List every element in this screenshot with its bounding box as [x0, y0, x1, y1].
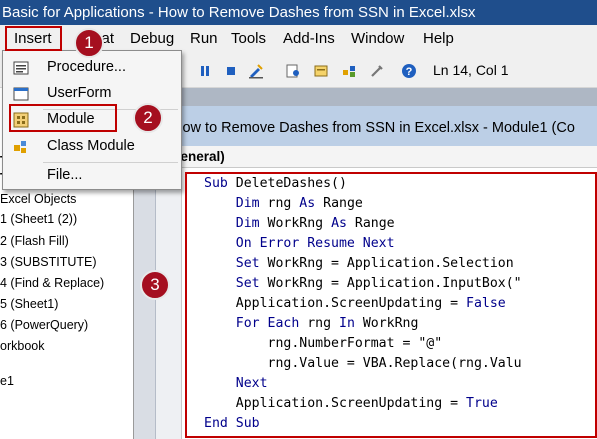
stop-icon[interactable]: [223, 63, 239, 79]
object-browser-icon[interactable]: [341, 63, 357, 79]
step-badge-3: 3: [140, 270, 170, 300]
menu-addins[interactable]: Add-Ins: [283, 29, 335, 49]
menu-run[interactable]: Run: [190, 29, 218, 49]
project-tree-item[interactable]: 1 (Sheet1 (2)): [0, 212, 77, 226]
toolbox-icon[interactable]: [369, 63, 385, 79]
project-tree-item[interactable]: 3 (SUBSTITUTE): [0, 255, 97, 269]
highlight-code-block: [185, 172, 597, 438]
highlight-insert-menu: [5, 26, 62, 51]
pause-icon[interactable]: [197, 63, 213, 79]
menu-tools[interactable]: Tools: [231, 29, 266, 49]
object-combo[interactable]: General): [156, 146, 597, 168]
procedure-icon: [13, 61, 29, 75]
menu-item-label: Class Module: [47, 138, 135, 154]
project-tree-item[interactable]: orkbook: [0, 339, 44, 353]
project-tree-item-module1[interactable]: e1: [0, 374, 14, 388]
window-title: Basic for Applications - How to Remove D…: [0, 0, 597, 25]
menu-help[interactable]: Help: [423, 29, 454, 49]
properties-window-icon[interactable]: [313, 63, 329, 79]
menu-item-class-module[interactable]: Class Module: [3, 134, 181, 160]
design-mode-icon[interactable]: [248, 63, 264, 79]
step-badge-1: 1: [74, 28, 104, 58]
highlight-module-item: [9, 104, 117, 132]
menu-item-label: File...: [47, 167, 83, 183]
code-margin: [156, 168, 182, 439]
help-icon[interactable]: ?: [401, 63, 417, 79]
class-module-icon: [14, 141, 26, 153]
project-tree-item[interactable]: 5 (Sheet1): [0, 297, 58, 311]
menu-debug[interactable]: Debug: [130, 29, 174, 49]
menu-window[interactable]: Window: [351, 29, 404, 49]
file-icon: [13, 168, 29, 184]
project-tree-item[interactable]: 2 (Flash Fill): [0, 234, 69, 248]
menu-item-label: UserForm: [47, 85, 112, 101]
project-tree-item[interactable]: 6 (PowerQuery): [0, 318, 88, 332]
menu-item-label: Procedure...: [47, 59, 126, 75]
svg-text:?: ?: [406, 66, 413, 78]
project-explorer-icon[interactable]: [285, 63, 301, 79]
userform-icon: [13, 87, 29, 101]
project-tree-item[interactable]: 4 (Find & Replace): [0, 276, 104, 290]
code-window-title: How to Remove Dashes from SSN in Excel.x…: [156, 106, 597, 146]
cursor-position-status: Ln 14, Col 1: [433, 62, 509, 78]
project-tree-folder[interactable]: Excel Objects: [0, 192, 76, 206]
step-badge-2: 2: [133, 103, 163, 133]
menu-item-procedure[interactable]: Procedure...: [3, 55, 181, 81]
menu-item-file[interactable]: File...: [3, 163, 181, 189]
